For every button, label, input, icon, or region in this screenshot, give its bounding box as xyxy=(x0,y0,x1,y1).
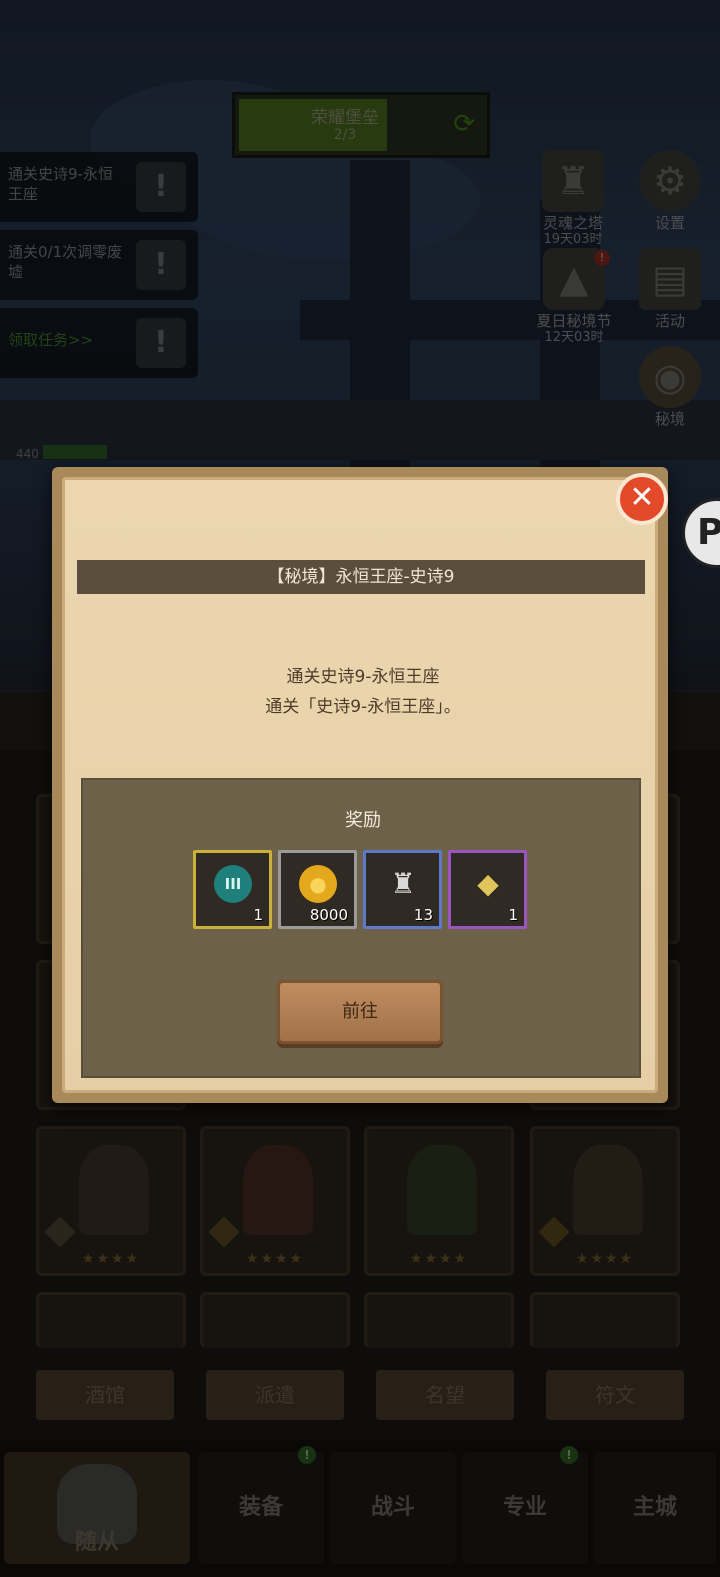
reward-list: III 1 ● 8000 ♜ 13 ◆ 1 xyxy=(193,850,533,930)
reward-item[interactable]: III 1 xyxy=(193,850,272,929)
reward-count: 8000 xyxy=(309,906,348,924)
reward-item[interactable]: ● 8000 xyxy=(278,850,357,929)
gem-icon: ◆ xyxy=(477,867,499,900)
dialog-title: 【秘境】永恒王座-史诗9 xyxy=(77,560,645,594)
reward-count: 1 xyxy=(508,906,518,924)
reward-title: 奖励 xyxy=(345,810,381,831)
dialog-description: 通关史诗9-永恒王座 xyxy=(286,667,440,687)
reward-count: 1 xyxy=(253,906,263,924)
reward-count: 13 xyxy=(413,906,433,924)
reward-item[interactable]: ♜ 13 xyxy=(363,850,442,929)
helmet-icon: ♜ xyxy=(390,867,416,900)
rune-token-icon: III xyxy=(214,865,252,903)
quest-dialog: 【秘境】永恒王座-史诗9 通关史诗9-永恒王座 通关「史诗9-永恒王座」。 奖励… xyxy=(52,467,668,1103)
go-button[interactable]: 前往 xyxy=(277,980,443,1044)
gold-coin-icon: ● xyxy=(299,865,337,903)
reward-panel: 奖励 III 1 ● 8000 ♜ 13 ◆ 1 前往 xyxy=(81,778,641,1078)
dialog-parchment: 【秘境】永恒王座-史诗9 通关史诗9-永恒王座 通关「史诗9-永恒王座」。 奖励… xyxy=(62,477,658,1093)
dialog-description-detail: 通关「史诗9-永恒王座」。 xyxy=(265,697,461,717)
close-icon[interactable]: ✕ xyxy=(616,473,668,525)
reward-item[interactable]: ◆ 1 xyxy=(448,850,527,929)
